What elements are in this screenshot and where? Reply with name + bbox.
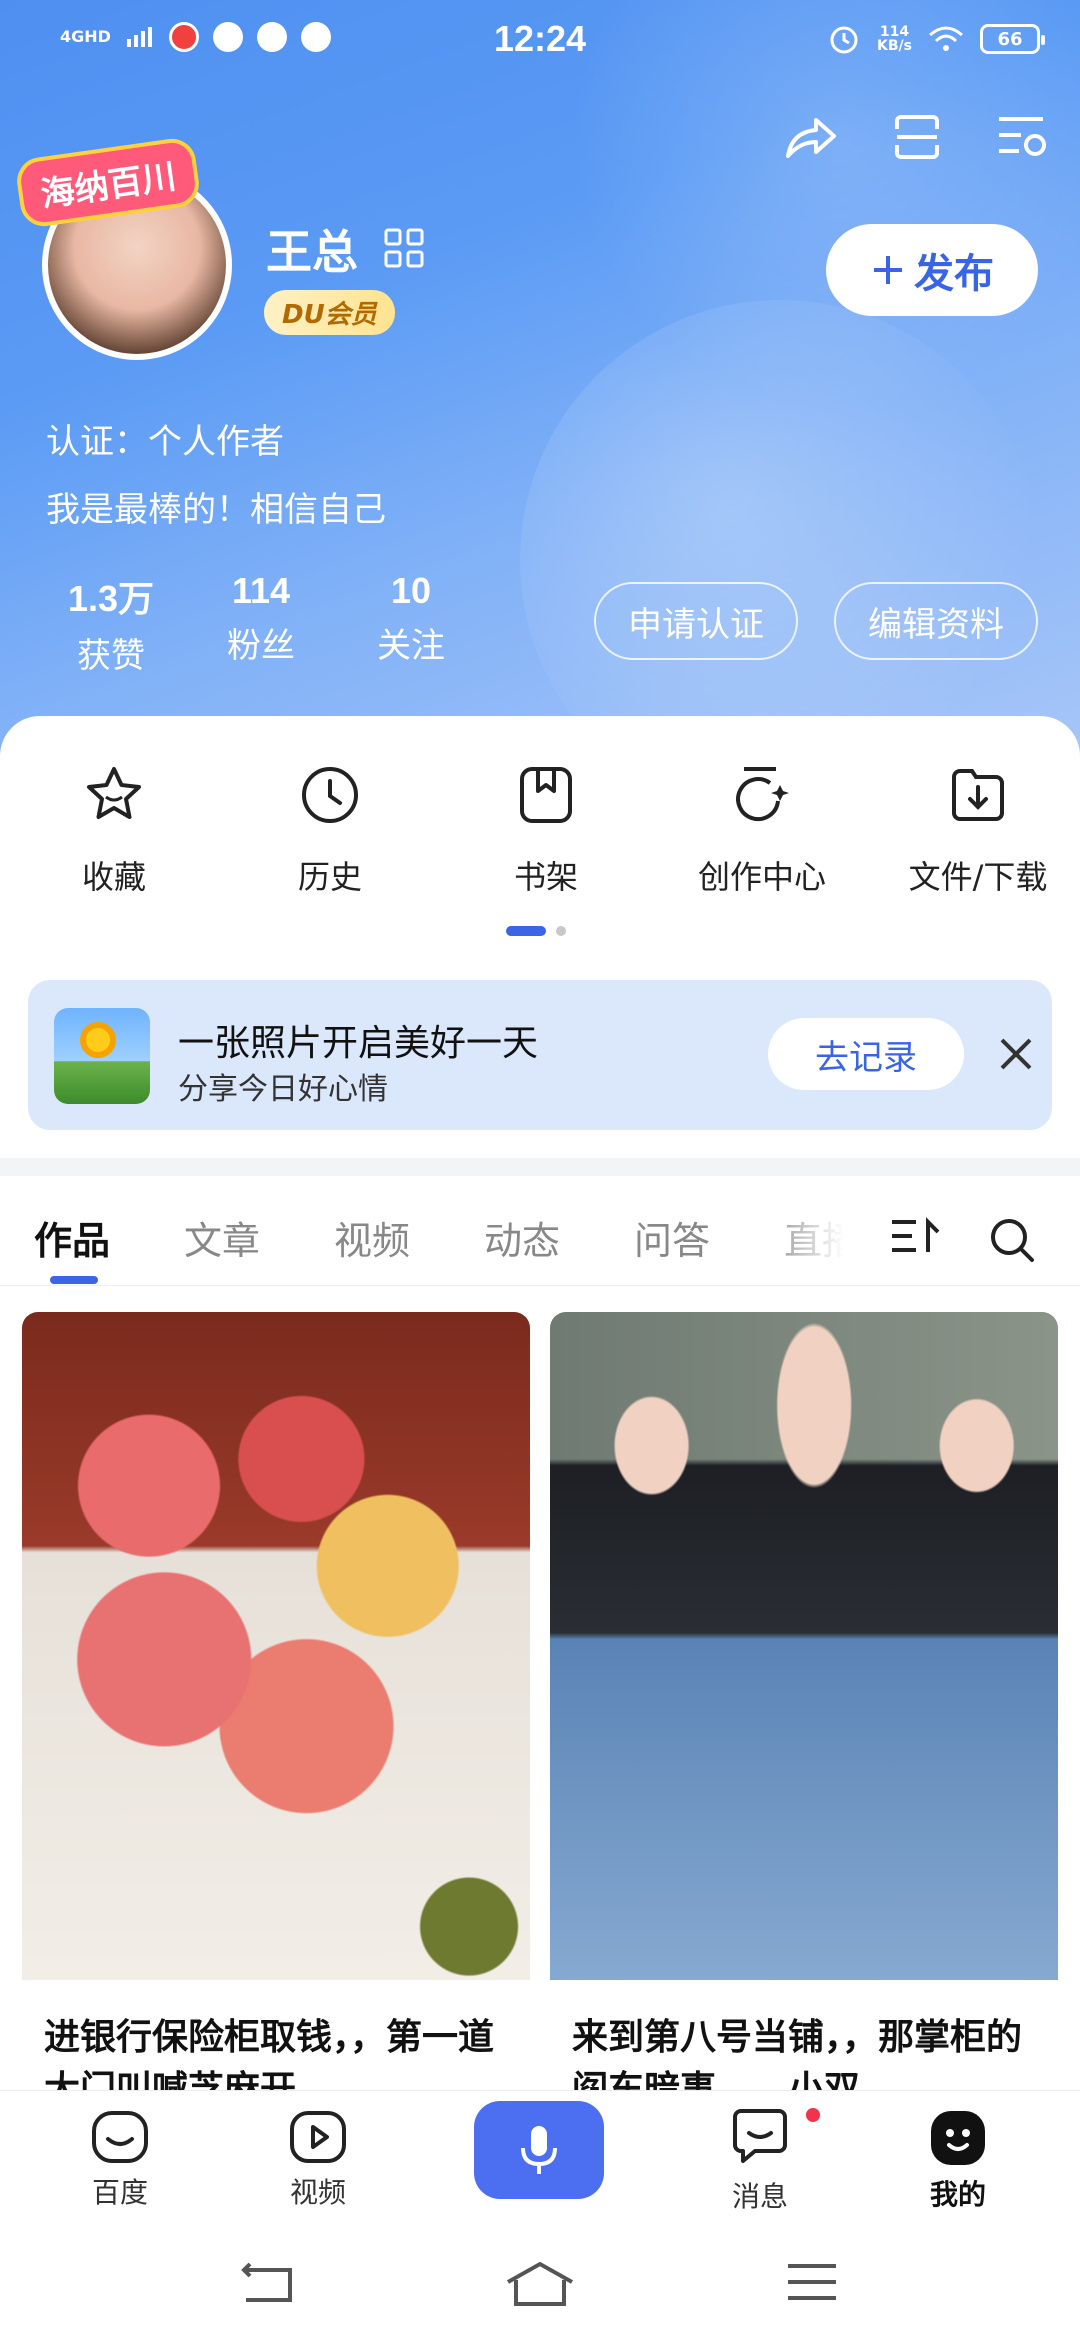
post-image (550, 1312, 1058, 1980)
quick-action-label: 文件/下载 (908, 858, 1048, 896)
star-icon (87, 767, 141, 819)
baidu-face-icon (92, 2111, 148, 2163)
bio-text: 我是最棒的！相信自己 (46, 490, 386, 530)
quick-action-history[interactable]: 历史 (228, 760, 432, 898)
sort-icon[interactable] (888, 1216, 944, 1260)
wifi-icon (929, 26, 963, 51)
stat-value: 10 (390, 570, 432, 611)
voice-search-button[interactable] (474, 2101, 604, 2199)
active-tab-indicator (50, 1276, 98, 1284)
back-icon[interactable] (240, 2260, 296, 2304)
plus-icon (874, 256, 902, 284)
banner-title: 一张照片开启美好一天 (178, 1023, 539, 1064)
system-navigation-bar (0, 2226, 1080, 2340)
stat-fans[interactable]: 114 粉丝 (186, 570, 336, 677)
nav-me[interactable]: 我的 (898, 2109, 1018, 2213)
banner-subtitle: 分享今日好心情 (178, 1072, 388, 1107)
certification-text: 认证：个人作者 (46, 422, 284, 462)
share-button[interactable] (784, 110, 838, 164)
quick-action-label: 收藏 (81, 858, 146, 896)
status-right: 114 KB/s 66 (827, 22, 1045, 56)
scan-button[interactable] (890, 110, 944, 164)
status-bar: 4GHD 12:24 114 KB/s 66 (0, 0, 1080, 84)
page-indicator (506, 926, 566, 936)
notification-dot (803, 2105, 823, 2125)
quick-action-bookshelf[interactable]: 书架 (444, 760, 648, 898)
quick-action-label: 创作中心 (697, 858, 826, 896)
clock-icon (302, 767, 358, 823)
speed-unit: KB/s (877, 38, 912, 54)
record-button[interactable]: 去记录 (768, 1018, 964, 1090)
nav-label: 我的 (929, 2178, 986, 2211)
nav-label: 百度 (91, 2176, 148, 2209)
tab-videos[interactable]: 视频 (334, 1210, 410, 1265)
bottom-navigation: 百度 视频 消息 我的 (0, 2090, 1080, 2226)
stat-label: 关注 (377, 626, 445, 666)
settings-icon (999, 117, 1046, 156)
quick-action-downloads[interactable]: 文件/下载 (876, 760, 1080, 898)
section-divider (0, 1158, 1080, 1176)
quick-action-label: 书架 (513, 858, 578, 896)
microphone-icon (521, 2126, 557, 2174)
content-tabs: 作品 文章 视频 动态 问答 直播 (0, 1176, 1080, 1286)
download-icon (952, 769, 1004, 821)
alarm-icon (830, 26, 858, 54)
post-card[interactable]: 进银行保险柜取钱，，第一道大门叫喊芝麻开 (22, 1312, 530, 2112)
page-dot-active (506, 926, 546, 936)
quick-action-favorites[interactable]: 收藏 (12, 760, 216, 898)
scan-icon (895, 115, 939, 159)
speed-value: 114 (879, 24, 910, 40)
menu-icon[interactable] (786, 2260, 838, 2304)
home-icon[interactable] (504, 2260, 576, 2308)
vip-badge[interactable]: DU会员 (264, 290, 395, 335)
me-icon (931, 2111, 985, 2165)
post-card[interactable]: 来到第八号当铺，，那掌柜的阎东暗事……小双 (550, 1312, 1058, 2112)
publish-button[interactable]: 发布 (826, 224, 1038, 316)
profile-stats: 1.3万 获赞 114 粉丝 10 关注 (36, 570, 486, 677)
stat-value: 1.3万 (67, 578, 155, 619)
page-dot (556, 926, 566, 936)
tab-articles[interactable]: 文章 (184, 1210, 260, 1265)
quick-actions: 收藏 历史 书架 创作中心 文件/下载 (0, 760, 1080, 898)
qr-code-icon[interactable] (384, 228, 424, 268)
post-image (22, 1312, 530, 1980)
tab-works[interactable]: 作品 (34, 1210, 110, 1265)
nav-messages[interactable]: 消息 (700, 2105, 823, 2215)
sunflower-icon (80, 1022, 116, 1058)
stat-following[interactable]: 10 关注 (336, 570, 486, 677)
create-icon (736, 767, 789, 822)
stat-label: 粉丝 (227, 626, 295, 666)
edit-profile-button[interactable]: 编辑资料 (834, 582, 1038, 660)
video-play-icon (290, 2111, 346, 2163)
promo-banner[interactable]: 一张照片开启美好一天 分享今日好心情 去记录 (28, 980, 1052, 1130)
search-icon[interactable] (988, 1216, 1036, 1264)
quick-action-label: 历史 (297, 858, 362, 896)
tabs-fade (760, 1176, 880, 1284)
network-speed: 114 KB/s (877, 25, 912, 53)
stat-label: 获赞 (77, 636, 145, 676)
quick-action-creator-center[interactable]: 创作中心 (660, 760, 864, 898)
nav-video[interactable]: 视频 (258, 2109, 378, 2211)
close-icon[interactable] (994, 1032, 1038, 1076)
nav-label: 消息 (731, 2180, 788, 2213)
stat-likes[interactable]: 1.3万 获赞 (36, 570, 186, 677)
battery-indicator: 66 (980, 24, 1045, 54)
nav-baidu[interactable]: 百度 (60, 2109, 180, 2211)
username[interactable]: 王总 (266, 216, 358, 282)
share-icon (786, 118, 836, 158)
stat-value: 114 (231, 570, 291, 611)
tab-qa[interactable]: 问答 (634, 1210, 710, 1265)
publish-label: 发布 (914, 251, 994, 297)
nav-label: 视频 (289, 2176, 346, 2209)
tab-updates[interactable]: 动态 (484, 1210, 560, 1265)
bookmark-icon (520, 767, 572, 823)
sunflower-thumbnail (54, 1008, 150, 1104)
message-icon (733, 2109, 787, 2163)
header-actions (784, 110, 1050, 164)
apply-certification-button[interactable]: 申请认证 (594, 582, 798, 660)
settings-button[interactable] (996, 110, 1050, 164)
